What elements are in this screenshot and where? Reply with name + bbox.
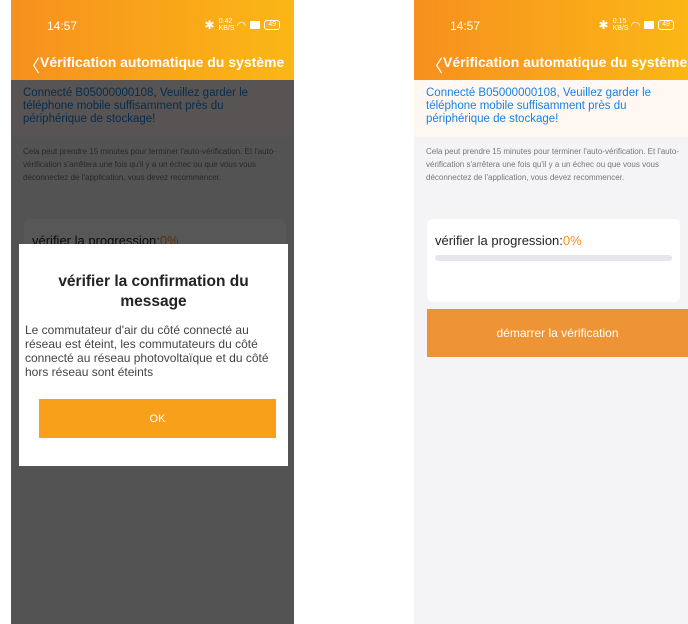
notice-text: Connecté B05000000108, Veuillez garder l… xyxy=(426,87,652,125)
progress-percent: 0% xyxy=(562,233,582,248)
progress-label-text: vérifier la progression: xyxy=(435,233,563,248)
confirmation-dialog: vérifier la confirmation du message Le c… xyxy=(19,244,288,466)
status-icons: ✱ 0.42 KB/S ◠ 49 xyxy=(205,18,280,32)
status-time: 14:57 xyxy=(450,19,481,33)
content-area: Cela peut prendre 15 minutes pour termin… xyxy=(414,137,688,624)
status-icons: ✱ 0.15 KB/S ◠ 49 xyxy=(599,18,674,32)
network-speed: 0.15 KB/S xyxy=(612,18,629,32)
status-time: 14:57 xyxy=(47,19,78,33)
page-title: Vérification automatique du système xyxy=(40,54,285,70)
bluetooth-icon: ✱ xyxy=(598,18,609,32)
chevron-left-icon[interactable]: 〈 xyxy=(426,52,443,77)
sim-icon xyxy=(250,21,261,29)
progress-label: vérifier la progression:0% xyxy=(435,233,582,248)
phone-screen-dialog: 14:57 ✱ 0.42 KB/S ◠ 49 〈 Vérification au… xyxy=(11,0,294,624)
chevron-left-icon[interactable]: 〈 xyxy=(23,52,40,77)
info-text: Cela peut prendre 15 minutes pour termin… xyxy=(426,147,679,182)
ok-button[interactable]: OK xyxy=(39,399,276,438)
title-bar: 〈 Vérification automatique du système xyxy=(11,46,294,80)
network-speed: 0.42 KB/S xyxy=(218,18,235,32)
sim-icon xyxy=(644,21,655,29)
status-bar: 14:57 ✱ 0.15 KB/S ◠ 49 xyxy=(414,0,688,46)
connection-notice: Connecté B05000000108, Veuillez garder l… xyxy=(414,80,688,137)
start-verification-button[interactable]: démarrer la vérification xyxy=(427,309,688,357)
progress-bar xyxy=(435,255,672,261)
dialog-title: vérifier la confirmation du message xyxy=(58,273,249,310)
battery-icon: 49 xyxy=(264,20,280,30)
battery-icon: 49 xyxy=(658,20,674,30)
wifi-icon: ◠ xyxy=(236,19,247,32)
wifi-icon: ◠ xyxy=(630,19,641,32)
bluetooth-icon: ✱ xyxy=(204,18,215,32)
phone-screen-main: 14:57 ✱ 0.15 KB/S ◠ 49 〈 Vérification au… xyxy=(414,0,688,624)
dialog-message: Le commutateur d'air du côté connecté au… xyxy=(25,323,269,379)
status-bar: 14:57 ✱ 0.42 KB/S ◠ 49 xyxy=(11,0,294,46)
progress-card: vérifier la progression:0% xyxy=(427,219,680,302)
title-bar: 〈 Vérification automatique du système xyxy=(414,46,688,80)
page-title: Vérification automatique du système xyxy=(443,54,688,70)
